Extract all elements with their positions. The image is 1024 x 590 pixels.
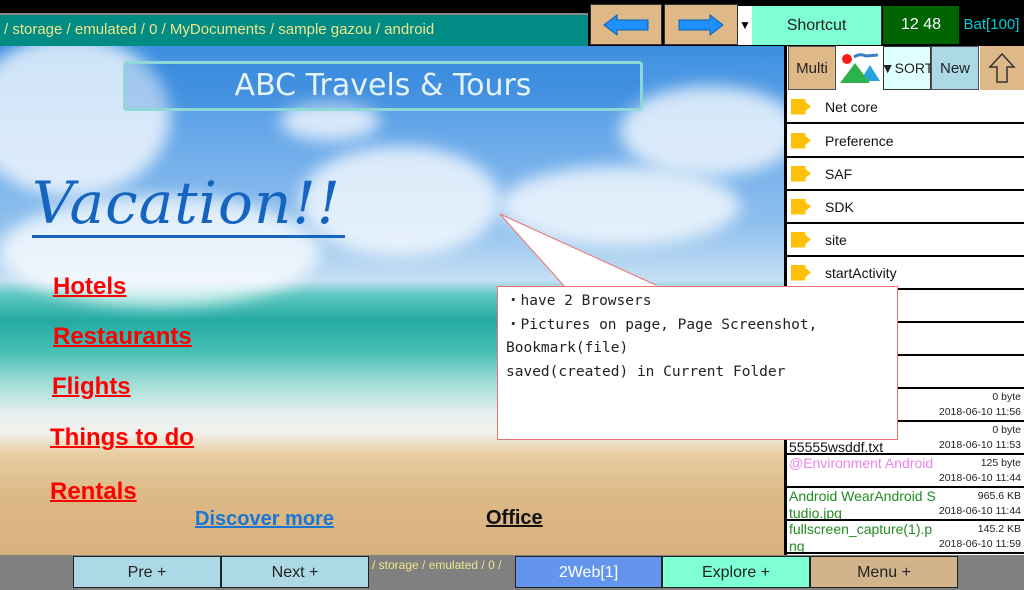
file-date: 2018-06-10 11:53 — [938, 439, 1021, 451]
file-item[interactable]: @Environment Android 125 byte 2018-06-10… — [787, 455, 1024, 488]
tooltip-line: Bookmark(file) — [506, 340, 629, 356]
folder-icon — [791, 98, 811, 115]
file-name: @Environment Android — [789, 455, 934, 471]
file-browser-app: / storage / emulated / 0 / MyDocuments /… — [0, 0, 1024, 590]
image-icon — [840, 53, 880, 83]
file-date: 2018-06-10 11:44 — [938, 472, 1021, 484]
file-size: 125 byte — [980, 457, 1021, 469]
tooltip-line: ・Pictures on page, Page Screenshot, — [506, 316, 818, 333]
folder-name: SAF — [825, 165, 853, 182]
link-restaurants[interactable]: Restaurants — [53, 323, 192, 351]
folder-icon — [791, 264, 811, 281]
clock-display: 12 48 — [883, 6, 959, 44]
file-size: 0 byte — [992, 424, 1021, 436]
folder-name: startActivity — [825, 264, 897, 281]
folder-item[interactable]: Net core — [787, 91, 1024, 124]
cloud-decoration — [500, 166, 740, 246]
image-view-button[interactable] — [837, 46, 883, 90]
sort-dropdown[interactable]: ▼SORT — [881, 46, 933, 90]
folder-item[interactable]: Preference — [787, 125, 1024, 158]
link-office[interactable]: Office — [486, 507, 543, 530]
multi-select-button[interactable]: Multi — [788, 46, 836, 90]
info-tooltip: ・have 2 Browsers ・Pictures on page, Page… — [497, 286, 898, 440]
file-date: 2018-06-10 11:59 — [938, 538, 1021, 550]
cloud-decoration — [620, 86, 784, 176]
pre-button[interactable]: Pre + — [73, 556, 221, 588]
folder-icon — [791, 165, 811, 182]
folder-icon — [791, 132, 811, 149]
shortcut-button[interactable]: Shortcut — [752, 6, 882, 45]
file-size: 0 byte — [992, 391, 1021, 403]
folder-name: SDK — [825, 198, 854, 215]
link-things-to-do[interactable]: Things to do — [50, 424, 194, 452]
link-hotels[interactable]: Hotels — [53, 273, 126, 301]
file-item[interactable]: fullscreen_capture(1).png 145.2 KB 2018-… — [787, 521, 1024, 554]
forward-button[interactable] — [664, 4, 738, 45]
site-title-banner: ABC Travels & Tours — [123, 61, 643, 111]
path-breadcrumb[interactable]: / storage / emulated / 0 / MyDocuments /… — [0, 13, 588, 46]
file-size: 145.2 KB — [977, 523, 1021, 535]
next-button[interactable]: Next + — [221, 556, 369, 588]
folder-item[interactable]: site — [787, 224, 1024, 257]
parent-folder-button[interactable] — [980, 46, 1024, 90]
link-flights[interactable]: Flights — [52, 373, 131, 401]
file-date: 2018-06-10 11:44 — [938, 505, 1021, 517]
link-discover-more[interactable]: Discover more — [195, 508, 334, 531]
arrow-up-icon — [988, 52, 1016, 83]
bottom-toolbar: Pre + Next + / storage / emulated / 0 / … — [0, 555, 1024, 590]
file-name: fullscreen_capture(1).png — [789, 521, 933, 554]
back-button[interactable] — [590, 4, 662, 45]
headline-vacation: Vacation!! — [32, 171, 345, 238]
battery-indicator: Bat[100] — [963, 16, 1020, 33]
link-rentals[interactable]: Rentals — [50, 478, 137, 506]
file-date: 2018-06-10 11:56 — [938, 406, 1021, 418]
explore-button[interactable]: Explore + — [662, 556, 810, 588]
file-size: 965.6 KB — [977, 490, 1021, 502]
folder-item[interactable]: SAF — [787, 158, 1024, 191]
folder-name: Net core — [825, 98, 878, 115]
web-button[interactable]: 2Web[1] — [515, 556, 662, 588]
arrow-left-icon — [603, 13, 649, 36]
file-name: Android WearAndroid Studio.jpg — [789, 488, 936, 521]
tooltip-line: saved(created) in Current Folder — [506, 363, 786, 380]
folder-name: site — [825, 231, 847, 248]
bottom-path: / storage / emulated / 0 / — [372, 558, 502, 572]
shortcut-dropdown-toggle[interactable]: ▼ — [738, 6, 752, 45]
folder-icon — [791, 231, 811, 248]
file-item[interactable]: Android WearAndroid Studio.jpg 965.6 KB … — [787, 488, 1024, 521]
new-button[interactable]: New — [931, 46, 979, 90]
folder-icon — [791, 198, 811, 215]
tooltip-line: ・have 2 Browsers — [506, 293, 652, 309]
folder-item[interactable]: SDK — [787, 191, 1024, 224]
menu-button[interactable]: Menu + — [810, 556, 958, 588]
arrow-right-icon — [678, 13, 724, 36]
folder-name: Preference — [825, 132, 894, 149]
